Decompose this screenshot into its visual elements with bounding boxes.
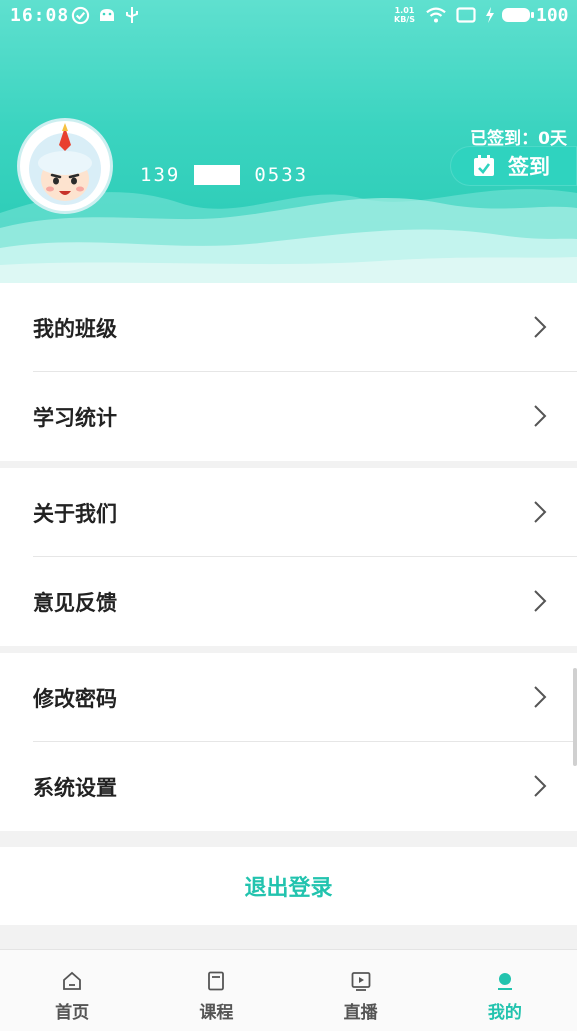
logout-button[interactable]: 退出登录	[0, 847, 577, 925]
menu-item-about-us[interactable]: 关于我们	[0, 468, 577, 557]
menu-item-label: 关于我们	[33, 501, 117, 526]
status-bar: 16:08 1.01 KB/S 100	[0, 0, 577, 32]
phone-suffix: 0533	[254, 164, 309, 186]
menu-item-label: 我的班级	[33, 316, 117, 341]
menu-item-label: 学习统计	[33, 405, 117, 430]
check-circle-icon	[70, 5, 90, 25]
menu-item-label: 系统设置	[33, 775, 117, 800]
screen-icon	[456, 5, 476, 25]
status-time: 16:08	[10, 5, 70, 26]
menu-group-3: 修改密码 系统设置	[0, 653, 577, 831]
nav-label: 课程	[199, 1003, 234, 1023]
nav-tab-home[interactable]: 首页	[0, 950, 144, 1031]
menu-item-study-stats[interactable]: 学习统计	[0, 372, 577, 461]
menu-item-system-settings[interactable]: 系统设置	[0, 742, 577, 831]
nav-label: 直播	[343, 1003, 378, 1023]
menu-item-feedback[interactable]: 意见反馈	[0, 557, 577, 646]
net-speed: 1.01 KB/S	[394, 6, 415, 24]
logout-label: 退出登录	[244, 876, 333, 901]
menu-group-1: 我的班级 学习统计	[0, 283, 577, 461]
bottom-nav: 首页 课程 直播 我的	[0, 949, 577, 1031]
phone-mask	[194, 165, 241, 185]
nav-label: 我的	[487, 1003, 522, 1023]
cartoon-avatar-icon	[29, 123, 101, 205]
calendar-check-icon	[472, 154, 496, 178]
scrollbar-thumb[interactable]	[573, 668, 577, 766]
menu-item-label: 意见反馈	[33, 590, 117, 615]
android-icon	[97, 5, 117, 25]
net-speed-unit: KB/S	[394, 15, 415, 24]
profile-header: 16:08 1.01 KB/S 100 139 0533 已签到：0天 签到	[0, 0, 577, 283]
battery-icon	[500, 5, 536, 25]
home-icon	[61, 970, 83, 992]
chevron-right-icon	[533, 404, 547, 432]
nav-label: 首页	[55, 1003, 90, 1023]
wifi-icon	[426, 5, 446, 25]
live-play-icon	[350, 970, 372, 992]
net-speed-value: 1.01	[394, 6, 415, 15]
profile-dot-icon	[494, 970, 516, 992]
checkin-button-label: 签到	[508, 155, 550, 179]
nav-tab-live[interactable]: 直播	[289, 950, 433, 1031]
phone-number: 139 0533	[140, 164, 308, 186]
checkin-button[interactable]: 签到	[450, 146, 577, 186]
avatar[interactable]	[17, 118, 113, 214]
chevron-right-icon	[533, 315, 547, 343]
menu-item-label: 修改密码	[33, 686, 117, 711]
menu-item-change-password[interactable]: 修改密码	[0, 653, 577, 742]
nav-tab-mine[interactable]: 我的	[433, 950, 577, 1031]
phone-prefix: 139	[140, 164, 181, 186]
nav-tab-courses[interactable]: 课程	[144, 950, 288, 1031]
chevron-right-icon	[533, 774, 547, 802]
menu-item-my-class[interactable]: 我的班级	[0, 283, 577, 372]
chevron-right-icon	[533, 589, 547, 617]
charging-icon	[480, 5, 500, 25]
menu-group-2: 关于我们 意见反馈	[0, 468, 577, 646]
battery-level: 100	[536, 5, 569, 26]
chevron-right-icon	[533, 685, 547, 713]
chevron-right-icon	[533, 500, 547, 528]
book-icon	[205, 970, 227, 992]
usb-icon	[122, 5, 142, 25]
